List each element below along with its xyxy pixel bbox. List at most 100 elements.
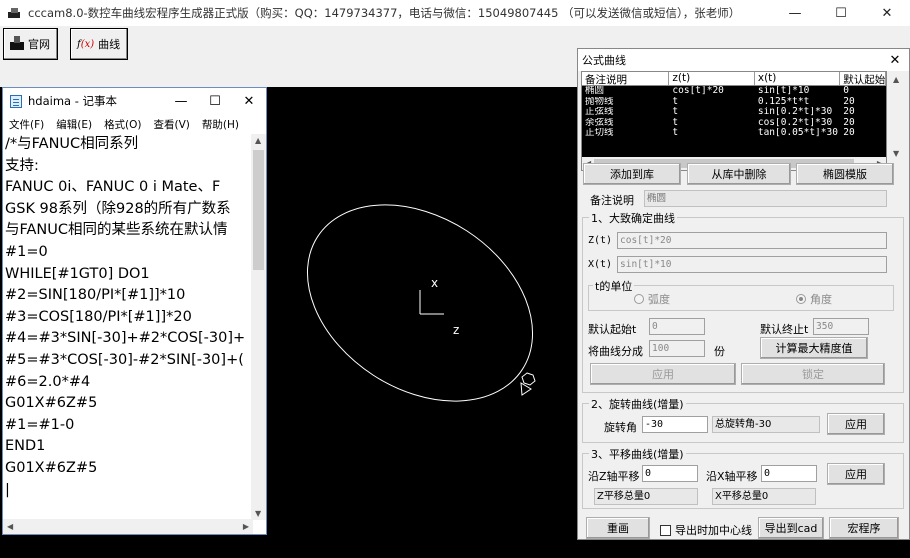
- apply-rotate-button[interactable]: 应用: [827, 413, 885, 435]
- text-line: G01X#6Z#5: [5, 459, 98, 476]
- calc-precision-button[interactable]: 计算最大精度值: [760, 337, 868, 359]
- app-title-bar: cccam8.0-数控车曲线宏程序生成器正式版（购买：QQ：1479734377…: [0, 0, 910, 26]
- dialog-title-bar: 公式曲线: [578, 49, 909, 71]
- notepad-close-button[interactable]: ✕: [232, 88, 266, 114]
- table-row[interactable]: 椭圆 cos[t]*20 sin[t]*10 0: [582, 86, 886, 97]
- x-shift-total: X平移总量0: [712, 488, 816, 505]
- table-scroll-down-icon[interactable]: ▼: [893, 149, 899, 158]
- curve-button[interactable]: f(x) 曲线: [70, 28, 128, 60]
- app-title: cccam8.0-数控车曲线宏程序生成器正式版（购买：QQ：1479734377…: [28, 6, 741, 20]
- curve-library-table[interactable]: 备注说明 z(t) x(t) 默认起始 椭圆 cos[t]*20 sin[t]*…: [581, 71, 887, 171]
- rotate-angle-label: 旋转角: [604, 421, 637, 434]
- cell-xt: cos[0.2*t]*30: [757, 117, 833, 128]
- text-line: GSK 98系列（除928的所有广数系: [5, 200, 231, 217]
- scroll-right-icon[interactable]: ▶: [243, 522, 249, 531]
- notepad-menu-bar: 文件(F) 编辑(E) 格式(O) 查看(V) 帮助(H): [3, 114, 266, 134]
- notepad-horizontal-scrollbar[interactable]: ◀ ▶: [3, 519, 253, 534]
- official-site-label: 官网: [28, 38, 50, 51]
- table-scroll-up-icon[interactable]: ▲: [893, 75, 899, 84]
- cell-zt: t: [672, 96, 679, 107]
- xt-input[interactable]: sin[t]*10: [617, 256, 887, 273]
- divide-input[interactable]: 100: [649, 340, 705, 357]
- cell-remark: 正弦线: [585, 107, 614, 117]
- z-shift-input[interactable]: 0: [642, 465, 698, 482]
- curve-label: 曲线: [98, 38, 121, 51]
- table-row[interactable]: 正切线 t tan[0.05*t]*30 20: [582, 128, 886, 139]
- scroll-down-icon[interactable]: ▼: [255, 509, 261, 518]
- total-rotate-angle: 总旋转角-30: [712, 416, 820, 433]
- official-site-button[interactable]: 官网: [3, 28, 58, 60]
- maximize-button[interactable]: ☐: [818, 0, 864, 26]
- notepad-title-bar: hdaima - 记事本 — ☐ ✕: [3, 88, 266, 114]
- delete-from-library-button[interactable]: 从库中删除: [687, 163, 791, 185]
- text-line: END1: [5, 438, 46, 455]
- cell-start: 20: [843, 96, 855, 107]
- cell-remark: 椭圆: [585, 86, 605, 96]
- apply-curve-button[interactable]: 应用: [590, 363, 736, 385]
- menu-view[interactable]: 查看(V): [154, 117, 190, 132]
- text-line: WHILE[#1GT0] DO1: [5, 265, 150, 282]
- group3-title: 3、平移曲线(增量): [589, 446, 686, 462]
- text-line: 支持:: [5, 157, 39, 174]
- degree-label: 角度: [810, 293, 832, 306]
- text-line: #1=#1-0: [5, 416, 75, 433]
- dialog-close-button[interactable]: ✕: [885, 50, 905, 70]
- cell-remark: 余弦线: [585, 117, 614, 128]
- divide-label: 将曲线分成: [588, 345, 643, 358]
- text-line: 与FANUC相同的某些系统在默认情: [5, 222, 228, 239]
- header-remark: 备注说明: [582, 72, 670, 85]
- export-center-line-label: 导出时加中心线: [675, 524, 752, 537]
- scroll-up-icon[interactable]: ▲: [255, 136, 261, 145]
- menu-format[interactable]: 格式(O): [104, 117, 141, 132]
- zt-input[interactable]: cos[t]*20: [617, 232, 887, 249]
- header-zt: z(t): [669, 72, 755, 85]
- scroll-thumb[interactable]: [253, 150, 264, 270]
- rotate-angle-input[interactable]: -30: [642, 416, 708, 433]
- minimize-button[interactable]: —: [772, 0, 818, 26]
- x-shift-input[interactable]: 0: [761, 465, 817, 482]
- radian-radio[interactable]: 弧度: [634, 291, 670, 307]
- table-row[interactable]: 余弦线 t cos[0.2*t]*30 20: [582, 118, 886, 129]
- export-cad-button[interactable]: 导出到cad: [758, 517, 824, 539]
- start-t-input[interactable]: 0: [649, 318, 705, 335]
- text-line: #4=#3*SIN[-30]+#2*COS[-30]+: [5, 330, 246, 347]
- lock-button[interactable]: 锁定: [741, 363, 885, 385]
- degree-radio[interactable]: 角度: [796, 291, 832, 307]
- notepad-window-controls: — ☐ ✕: [164, 88, 266, 114]
- export-center-line-checkbox[interactable]: 导出时加中心线: [660, 522, 752, 538]
- table-header: 备注说明 z(t) x(t) 默认起始: [582, 72, 886, 86]
- remark-field[interactable]: 椭圆: [644, 190, 887, 207]
- ellipse-template-button[interactable]: 椭圆模版: [796, 163, 894, 185]
- radio-dot: [634, 294, 644, 304]
- notepad-icon: [10, 94, 22, 108]
- macro-program-button[interactable]: 宏程序: [829, 517, 899, 539]
- cell-zt: t: [672, 128, 679, 138]
- notepad-minimize-button[interactable]: —: [164, 88, 198, 114]
- table-row[interactable]: 正弦线 t sin[0.2*t]*30 20: [582, 107, 886, 118]
- radian-label: 弧度: [648, 293, 670, 306]
- add-to-library-button[interactable]: 添加到库: [583, 163, 681, 185]
- cell-start: 20: [843, 128, 855, 138]
- redraw-button[interactable]: 重画: [586, 517, 650, 539]
- end-t-input[interactable]: 350: [813, 318, 869, 335]
- menu-file[interactable]: 文件(F): [9, 117, 44, 132]
- header-start: 默认起始: [840, 72, 886, 85]
- menu-help[interactable]: 帮助(H): [202, 117, 239, 132]
- notepad-maximize-button[interactable]: ☐: [198, 88, 232, 114]
- scroll-left-icon[interactable]: ◀: [7, 522, 13, 531]
- notepad-vertical-scrollbar[interactable]: ▲ ▼: [251, 134, 266, 520]
- z-shift-total: Z平移总量0: [594, 488, 698, 505]
- menu-edit[interactable]: 编辑(E): [56, 117, 92, 132]
- machine-icon: [10, 36, 24, 52]
- cell-zt: t: [672, 117, 679, 128]
- dialog-title: 公式曲线: [582, 54, 626, 67]
- close-button[interactable]: ✕: [864, 0, 910, 26]
- tool-marker-icon: [520, 372, 536, 396]
- function-icon: f(x): [77, 38, 95, 50]
- apply-shift-button[interactable]: 应用: [827, 463, 885, 485]
- formula-curve-dialog: 公式曲线 ✕ 备注说明 z(t) x(t) 默认起始 椭圆 cos[t]*20 …: [577, 48, 910, 540]
- notepad-text-area[interactable]: /*与FANUC相同系列 支持: FANUC 0i、FANUC 0 i Mate…: [3, 134, 253, 520]
- cell-start: 20: [843, 117, 855, 128]
- table-row[interactable]: 抛物线 t 0.125*t*t 20: [582, 97, 886, 108]
- z-shift-label: 沿Z轴平移: [588, 470, 640, 483]
